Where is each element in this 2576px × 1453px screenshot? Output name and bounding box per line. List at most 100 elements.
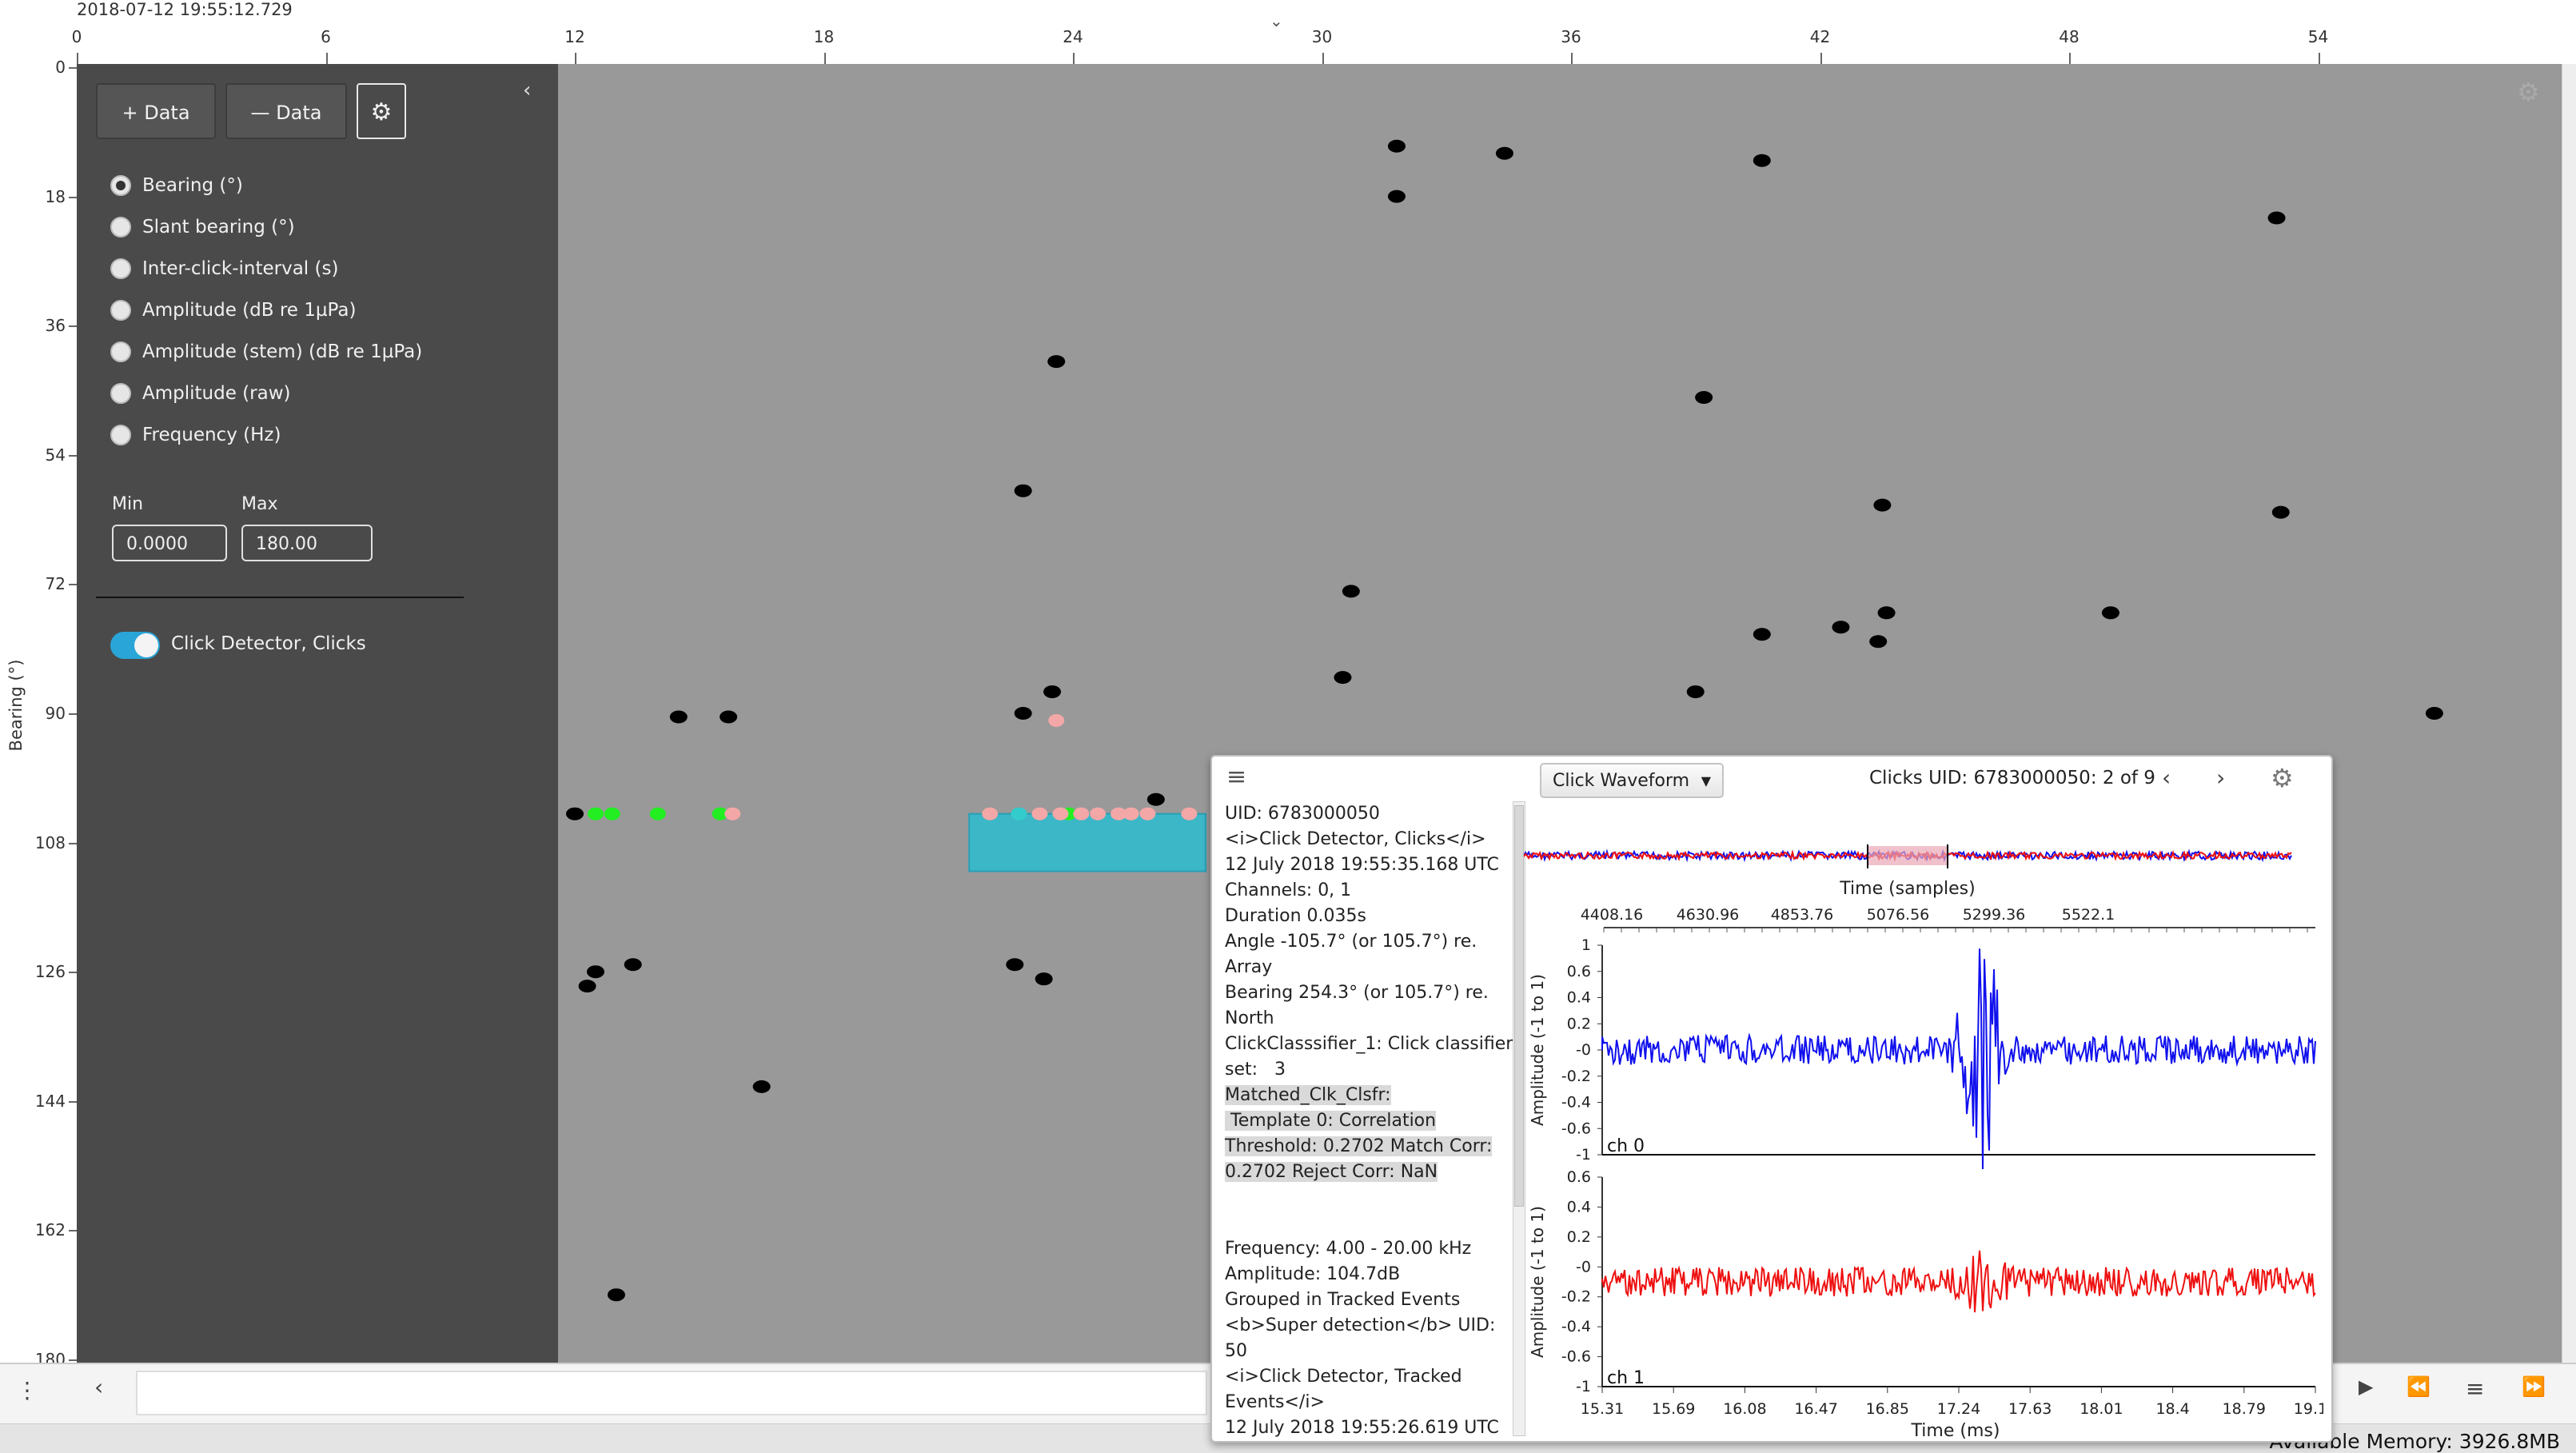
click-point[interactable] — [586, 965, 604, 979]
click-point[interactable] — [1753, 154, 1771, 167]
fast-forward-icon[interactable]: ⏩ — [2522, 1375, 2546, 1398]
max-input[interactable]: 180.00 — [241, 525, 373, 561]
click-point[interactable] — [1043, 685, 1062, 699]
play-icon[interactable]: ▶ — [2359, 1375, 2373, 1398]
click-point[interactable] — [1877, 606, 1896, 620]
selected-click-point[interactable] — [1123, 807, 1139, 820]
highlighted-click-point[interactable] — [1011, 807, 1027, 820]
click-point[interactable] — [1014, 484, 1032, 497]
data-type-option[interactable]: Amplitude (stem) (dB re 1µPa) — [110, 336, 422, 368]
click-point[interactable] — [1832, 621, 1850, 634]
data-type-option[interactable]: Amplitude (dB re 1µPa) — [110, 294, 356, 326]
waveform-type-select[interactable]: Click Waveform ▼ — [1540, 763, 1724, 798]
menu-icon[interactable]: ≡ — [2466, 1375, 2484, 1402]
click-point[interactable] — [1387, 139, 1406, 153]
click-point[interactable] — [1753, 628, 1771, 641]
scroll-left-icon[interactable]: ‹ — [94, 1374, 103, 1400]
radio-button[interactable] — [110, 341, 131, 362]
click-point[interactable] — [2425, 707, 2443, 720]
amp-tick-label: 1 — [1581, 936, 1591, 954]
selected-click-point[interactable] — [982, 807, 999, 820]
sample-tick-label: 5299.36 — [1963, 906, 2026, 924]
overview-strip[interactable]: Time (samples) — [1524, 844, 2292, 899]
data-type-option[interactable]: Inter-click-interval (s) — [110, 253, 338, 285]
click-point[interactable] — [720, 710, 738, 724]
selected-click-point[interactable] — [724, 807, 741, 820]
click-point[interactable] — [566, 807, 584, 820]
rewind-icon[interactable]: ⏪ — [2407, 1375, 2430, 1398]
data-type-option[interactable]: Frequency (Hz) — [110, 419, 281, 451]
chevron-right-icon[interactable]: › — [2216, 764, 2225, 791]
channel-plot[interactable]: 0.6 0.4 0.2 -0 -0.2 -0.4 -0.6 -1 ch 1 Amplitude (… — [1528, 1168, 2316, 1395]
gear-icon[interactable]: ⚙ — [357, 83, 406, 139]
click-point[interactable] — [1146, 792, 1165, 806]
selected-click-point[interactable] — [1031, 807, 1048, 820]
x-tick-mark — [823, 53, 826, 64]
hamburger-menu-icon[interactable]: ≡ — [1226, 763, 1246, 791]
option-label: Inter-click-interval (s) — [142, 258, 339, 279]
click-point[interactable] — [1334, 671, 1352, 685]
click-point[interactable] — [2267, 211, 2286, 225]
click-point[interactable] — [1686, 685, 1705, 699]
click-point[interactable] — [1873, 498, 1892, 512]
y-tick-label: 108 — [34, 832, 66, 852]
radio-button[interactable] — [110, 383, 131, 404]
radio-button[interactable] — [110, 425, 131, 445]
radio-button[interactable] — [110, 300, 131, 321]
classified-click-point[interactable] — [649, 807, 666, 820]
click-point[interactable] — [1035, 972, 1053, 986]
info-line: Template 0: Correlation — [1225, 1111, 1437, 1131]
classified-click-point[interactable] — [604, 807, 620, 820]
sample-tick-label: 5522.1 — [2062, 906, 2115, 924]
radio-button[interactable] — [110, 258, 131, 279]
channel-plot[interactable]: 1 0.6 0.4 0.2 -0 -0.2 -0.4 -0.6 -1 ch 0 Amplitude … — [1528, 936, 2316, 1170]
gear-icon[interactable]: ⚙ — [2271, 763, 2294, 793]
option-label: Frequency (Hz) — [142, 425, 281, 445]
selection-box[interactable] — [968, 812, 1207, 872]
click-point[interactable] — [624, 958, 642, 972]
click-point[interactable] — [1495, 146, 1513, 160]
plot-settings-gear-icon[interactable]: ⚙ — [2517, 77, 2540, 107]
selected-click-point[interactable] — [1090, 807, 1107, 820]
time-axis[interactable]: 2018-07-12 19:55:12.729 0 6 12 18 24 30 36 42 48… — [0, 0, 2576, 66]
radio-button[interactable] — [110, 217, 131, 238]
x-tick-mark — [1073, 53, 1075, 64]
click-point[interactable] — [2271, 505, 2290, 519]
sample-tick-label: 4853.76 — [1771, 906, 1834, 924]
click-point[interactable] — [1047, 355, 1066, 369]
vertical-scrollbar[interactable] — [2562, 64, 2576, 1363]
add-data-button[interactable]: + Data — [96, 83, 216, 139]
vertical-dots-icon[interactable]: ⋮ — [16, 1377, 38, 1403]
click-point[interactable] — [607, 1288, 625, 1302]
click-point[interactable] — [1342, 585, 1360, 598]
radio-button[interactable] — [110, 175, 131, 196]
selected-click-point[interactable] — [1139, 807, 1156, 820]
x-tick-mark — [2318, 53, 2320, 64]
selected-click-point[interactable] — [1073, 807, 1090, 820]
click-point[interactable] — [752, 1080, 771, 1093]
chevron-down-icon[interactable]: ⌄ — [1270, 11, 1283, 30]
click-point[interactable] — [1014, 707, 1032, 720]
click-point[interactable] — [1387, 190, 1406, 203]
data-type-option[interactable]: Bearing (°) — [110, 170, 243, 202]
click-point[interactable] — [1006, 958, 1024, 972]
classified-click-point[interactable] — [587, 807, 604, 820]
click-waveform-chart[interactable]: Time (samples) 4408.16 4630.96 4853.76 5076.… — [1524, 804, 2323, 1441]
data-type-option[interactable]: Slant bearing (°) — [110, 211, 295, 243]
selected-click-point[interactable] — [1052, 807, 1069, 820]
clicks-toggle-switch[interactable] — [110, 632, 160, 659]
chevron-left-icon[interactable]: ‹ — [523, 78, 531, 102]
chevron-left-icon[interactable]: ‹ — [2162, 764, 2171, 791]
data-type-option[interactable]: Amplitude (raw) — [110, 377, 290, 409]
selected-click-point[interactable] — [1048, 713, 1065, 727]
click-point[interactable] — [669, 710, 688, 724]
click-point[interactable] — [1869, 635, 1888, 649]
min-input[interactable]: 0.0000 — [112, 525, 227, 561]
selected-click-point[interactable] — [1181, 807, 1198, 820]
detection-info-popup[interactable]: ≡ UID: 6783000050 <i>Click Detector, Clic… — [1210, 755, 2333, 1443]
remove-data-button[interactable]: — Data — [225, 83, 347, 139]
horizontal-scrollbar[interactable] — [136, 1371, 1207, 1415]
click-point[interactable] — [578, 980, 596, 993]
click-point[interactable] — [1695, 390, 1713, 404]
click-point[interactable] — [2101, 606, 2119, 620]
